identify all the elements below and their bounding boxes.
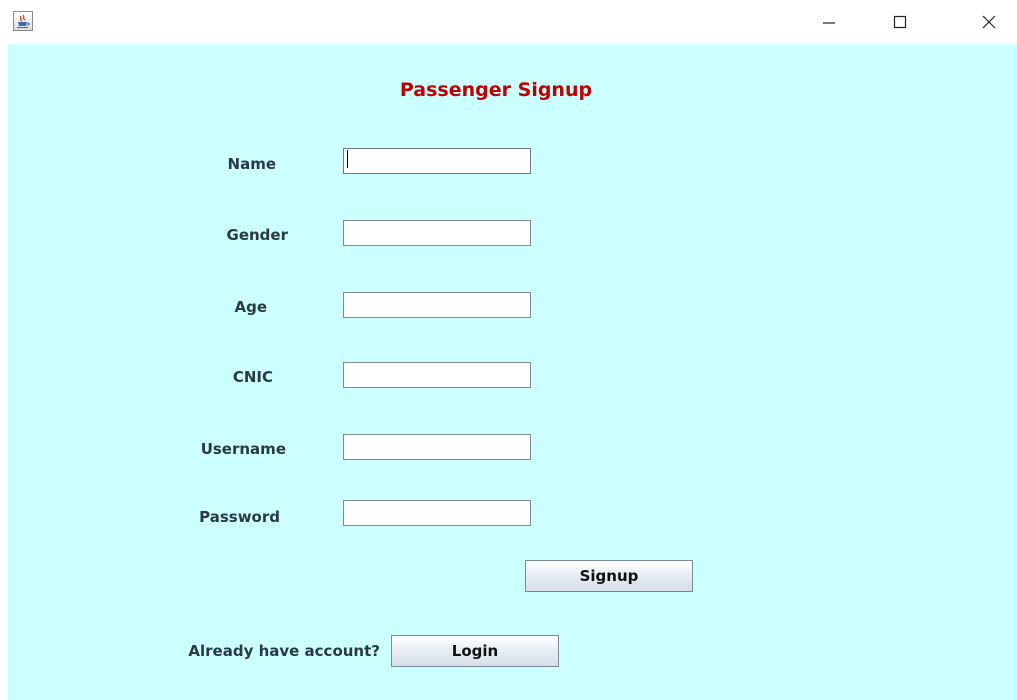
gender-label: Gender (226, 226, 288, 244)
age-label: Age (234, 298, 267, 316)
cnic-input[interactable] (343, 362, 531, 388)
password-label: Password (199, 508, 280, 526)
minimize-icon (823, 22, 835, 24)
text-caret (347, 150, 348, 168)
password-input[interactable] (343, 500, 531, 526)
signup-window: Passenger Signup Name Gender Age CNIC Us… (0, 0, 1017, 700)
title-bar[interactable] (0, 0, 1017, 44)
login-prompt: Already have account? (188, 642, 380, 660)
maximize-icon (893, 15, 907, 29)
form-panel: Passenger Signup Name Gender Age CNIC Us… (8, 44, 1017, 700)
maximize-button[interactable] (877, 0, 923, 44)
signup-button[interactable]: Signup (525, 560, 693, 592)
username-label: Username (200, 440, 286, 458)
cnic-label: CNIC (232, 368, 273, 386)
close-icon (982, 15, 996, 29)
minimize-button[interactable] (806, 0, 852, 44)
name-input[interactable] (343, 148, 531, 174)
name-label: Name (227, 155, 276, 173)
age-input[interactable] (343, 292, 531, 318)
gender-input[interactable] (343, 220, 531, 246)
java-cup-icon[interactable] (13, 11, 33, 31)
close-button[interactable] (966, 0, 1012, 44)
username-input[interactable] (343, 434, 531, 460)
login-button[interactable]: Login (391, 635, 559, 667)
page-title: Passenger Signup (399, 79, 593, 101)
